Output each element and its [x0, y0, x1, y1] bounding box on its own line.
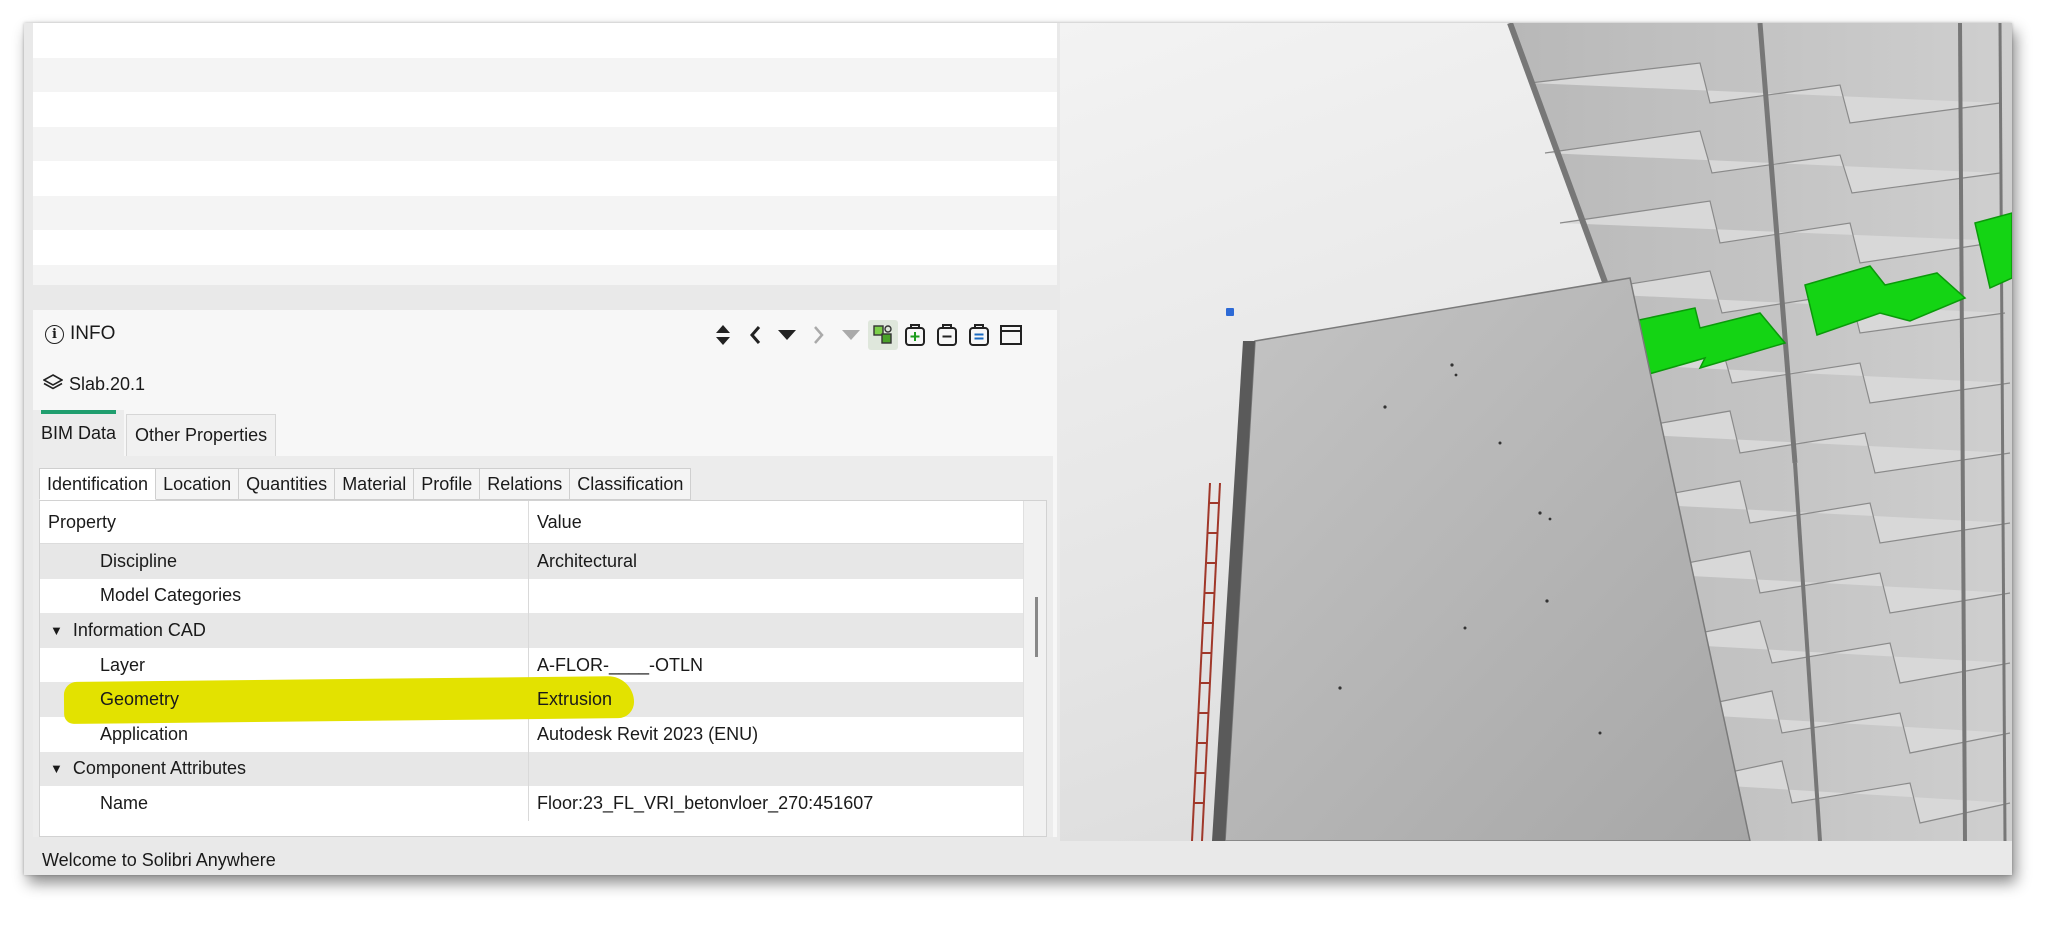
selected-object-name: Slab.20.1	[69, 374, 146, 394]
table-row[interactable]: Discipline Architectural	[40, 544, 1026, 579]
tab-bim-data[interactable]: BIM Data	[33, 410, 125, 456]
tab-quantities[interactable]: Quantities	[239, 468, 336, 500]
add-to-basket-icon[interactable]	[900, 320, 930, 350]
selected-object: Slab.20.1	[42, 374, 146, 395]
property-cell: Geometry	[100, 689, 180, 710]
app-window: i INFO Slab.20.1 BIM Data Other Properti…	[24, 23, 2012, 875]
remove-from-basket-icon[interactable]	[932, 320, 962, 350]
value-cell: Autodesk Revit 2023 (ENU)	[528, 716, 1026, 752]
group-label: Information CAD	[72, 619, 206, 640]
group-cell: ▼ Information CAD	[40, 613, 528, 648]
value-cell: Architectural	[528, 544, 1026, 579]
tab-classification[interactable]: Classification	[570, 468, 692, 500]
sort-arrows-icon[interactable]	[708, 320, 738, 350]
next-icon[interactable]	[804, 320, 834, 350]
expand-triangle-icon[interactable]: ▼	[50, 623, 63, 638]
value-cell: Extrusion	[537, 689, 613, 710]
tab-relations[interactable]: Relations	[480, 468, 571, 500]
property-cell: Name	[100, 792, 149, 813]
info-icon: i	[45, 324, 64, 344]
bim-data-panel: Identification Location Quantities Mater…	[33, 456, 1053, 837]
tab-location[interactable]: Location	[156, 468, 240, 500]
sub-tabs: Identification Location Quantities Mater…	[39, 468, 692, 500]
list-item[interactable]	[33, 161, 1057, 196]
table-row[interactable]: Name Floor:23_FL_VRI_betonvloer_270:4516…	[40, 786, 1026, 821]
column-header-property[interactable]: Property	[40, 501, 528, 543]
tab-identification[interactable]: Identification	[39, 468, 157, 500]
list-item[interactable]	[33, 126, 1057, 161]
table-group-row[interactable]: ▼ Information CAD	[40, 613, 1026, 648]
colorize-icon[interactable]	[868, 320, 898, 350]
main-tabs: BIM Data Other Properties	[33, 410, 277, 456]
next-dropdown-icon[interactable]	[836, 320, 866, 350]
tab-material[interactable]: Material	[335, 468, 415, 500]
group-label: Component Attributes	[72, 758, 246, 779]
results-list[interactable]	[33, 23, 1057, 285]
list-item[interactable]	[33, 230, 1057, 265]
blue-marker[interactable]	[1226, 308, 1234, 316]
scrollbar-thumb[interactable]	[1035, 597, 1038, 657]
list-item[interactable]	[33, 264, 1057, 285]
info-panel: i INFO Slab.20.1 BIM Data Other Properti…	[33, 310, 1057, 837]
value-cell: Floor:23_FL_VRI_betonvloer_270:451607	[528, 786, 1026, 821]
building-model[interactable]	[1060, 23, 2012, 841]
status-text: Welcome to Solibri Anywhere	[42, 850, 276, 870]
vertical-scrollbar[interactable]	[1023, 501, 1046, 836]
set-basket-icon[interactable]	[964, 320, 994, 350]
info-toolbar	[708, 320, 1028, 350]
value-cell	[528, 751, 1026, 787]
table-header: Property Value	[40, 501, 1046, 544]
previous-icon[interactable]	[740, 320, 770, 350]
dropdown-icon[interactable]	[772, 320, 802, 350]
value-cell	[528, 578, 1026, 614]
info-title-label: INFO	[70, 323, 116, 344]
3d-viewport[interactable]	[1060, 23, 2012, 841]
list-item[interactable]	[33, 23, 1057, 58]
status-bar: Welcome to Solibri Anywhere	[24, 846, 1074, 875]
value-cell	[528, 613, 1026, 648]
tab-profile[interactable]: Profile	[414, 468, 481, 500]
tab-other-properties[interactable]: Other Properties	[126, 414, 277, 456]
list-item[interactable]	[33, 92, 1057, 127]
list-item[interactable]	[33, 57, 1057, 92]
property-cell: Model Categories	[100, 585, 242, 606]
layers-icon	[42, 374, 64, 395]
expand-triangle-icon[interactable]: ▼	[50, 761, 63, 776]
info-panel-title: i INFO	[45, 323, 115, 345]
table-row-highlighted[interactable]: Geometry Extrusion	[40, 682, 1026, 717]
column-header-value[interactable]: Value	[528, 501, 1046, 543]
table-group-row[interactable]: ▼ Component Attributes	[40, 751, 1026, 787]
list-item[interactable]	[33, 195, 1057, 230]
window-icon[interactable]	[996, 320, 1026, 350]
property-table: Property Value Discipline Architectural …	[39, 500, 1047, 837]
table-row[interactable]: Model Categories	[40, 578, 1026, 614]
property-cell: Discipline	[100, 550, 178, 571]
group-cell: ▼ Component Attributes	[40, 752, 528, 787]
